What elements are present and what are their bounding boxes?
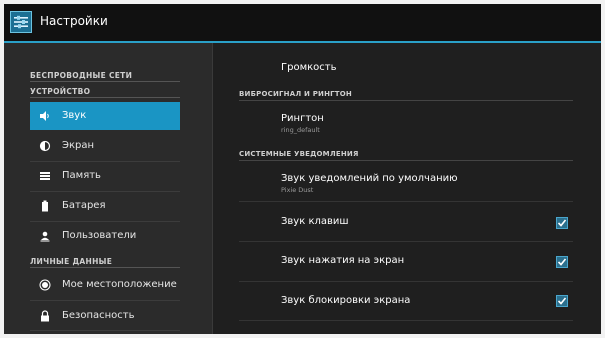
settings-app-icon[interactable] — [10, 11, 32, 33]
sidebar-item-users[interactable]: Пользователи — [30, 222, 180, 250]
section-divider — [239, 160, 573, 161]
sidebar-item-sound[interactable]: Звук — [30, 102, 180, 130]
battery-icon — [39, 200, 51, 212]
item-separator — [239, 281, 573, 282]
lock-icon — [39, 310, 51, 322]
sidebar-item-label: Безопасность — [62, 310, 135, 321]
sidebar-item-storage[interactable]: Память — [30, 162, 180, 190]
touch-sounds-setting[interactable]: Звук нажатия на экран — [281, 255, 404, 266]
sidebar-item-security[interactable]: Безопасность — [30, 302, 180, 330]
section-divider — [239, 100, 573, 101]
key-sounds-setting[interactable]: Звук клавиш — [281, 216, 349, 227]
storage-icon — [39, 170, 51, 182]
volume-setting[interactable]: Громкость — [281, 62, 336, 73]
checkmark-icon — [557, 297, 567, 305]
item-separator — [30, 300, 180, 301]
location-icon — [39, 279, 51, 291]
default-notification-setting[interactable]: Звук уведомлений по умолчанию — [281, 173, 458, 184]
lock-sounds-checkbox[interactable] — [556, 295, 568, 307]
brightness-icon — [39, 140, 51, 152]
item-separator — [239, 320, 573, 321]
section-header-wireless: БЕСПРОВОДНЫЕ СЕТИ — [30, 71, 133, 80]
section-divider — [30, 267, 180, 268]
sidebar-item-display[interactable]: Экран — [30, 132, 180, 160]
sound-settings-panel: Громкость ВИБРОСИГНАЛ И РИНГТОН Рингтон … — [213, 43, 601, 334]
sidebar-item-label: Звук — [62, 110, 87, 121]
action-bar: Настройки — [4, 4, 601, 43]
section-header-system-notifications: СИСТЕМНЫЕ УВЕДОМЛЕНИЯ — [239, 150, 359, 158]
section-header-device: УСТРОЙСТВО — [30, 87, 91, 96]
touch-sounds-checkbox[interactable] — [556, 256, 568, 268]
checkmark-icon — [557, 219, 567, 227]
sidebar-item-label: Память — [62, 170, 101, 181]
settings-window: Настройки БЕСПРОВОДНЫЕ СЕТИ УСТРОЙСТВО З… — [4, 4, 601, 334]
key-sounds-checkbox[interactable] — [556, 217, 568, 229]
default-notification-summary: Pixie Dust — [281, 186, 314, 194]
section-header-personal: ЛИЧНЫЕ ДАННЫЕ — [30, 257, 113, 266]
section-divider — [30, 81, 180, 82]
sidebar-item-label: Мое местоположение — [62, 279, 177, 290]
users-icon — [39, 230, 51, 242]
item-separator — [239, 201, 573, 202]
sidebar-item-location[interactable]: Мое местоположение — [30, 271, 180, 299]
volume-icon — [39, 110, 51, 122]
item-separator — [30, 330, 180, 331]
ringtone-setting[interactable]: Рингтон — [281, 113, 324, 124]
lock-sounds-setting[interactable]: Звук блокировки экрана — [281, 295, 410, 306]
settings-sidebar[interactable]: БЕСПРОВОДНЫЕ СЕТИ УСТРОЙСТВО Звук Экран — [4, 43, 213, 334]
ringtone-summary: ring_default — [281, 126, 320, 134]
section-divider — [30, 97, 180, 98]
sidebar-item-label: Пользователи — [62, 230, 137, 241]
item-separator — [239, 241, 573, 242]
checkmark-icon — [557, 258, 567, 266]
sidebar-item-label: Экран — [62, 140, 95, 151]
page-title: Настройки — [40, 14, 108, 28]
sidebar-item-label: Батарея — [62, 200, 106, 211]
section-header-vibration: ВИБРОСИГНАЛ И РИНГТОН — [239, 90, 352, 98]
sidebar-item-battery[interactable]: Батарея — [30, 192, 180, 220]
